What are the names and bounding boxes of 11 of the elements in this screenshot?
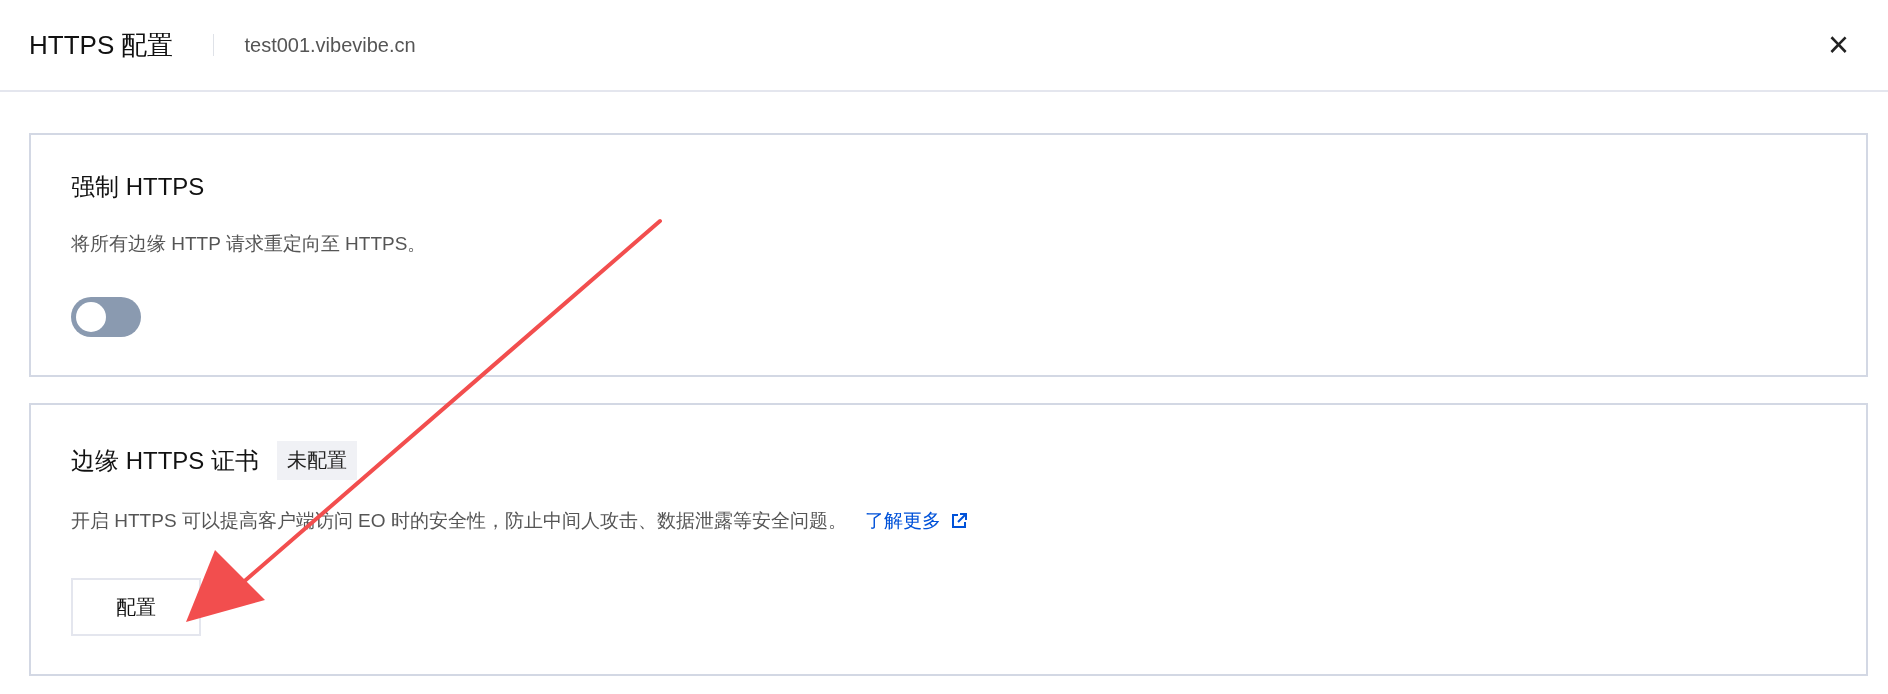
configure-button[interactable]: 配置: [71, 578, 201, 636]
external-link-icon: [950, 513, 967, 529]
section-title: 强制 HTTPS: [71, 172, 205, 202]
dialog-title: HTTPS 配置: [29, 28, 174, 62]
learn-more-link[interactable]: 了解更多: [864, 508, 941, 534]
section-description: 将所有边缘 HTTP 请求重定向至 HTTPS。: [71, 232, 427, 256]
domain-name: test001.vibevibe.cn: [244, 33, 416, 57]
section-title: 边缘 HTTPS 证书: [71, 445, 259, 476]
status-badge: 未配置: [277, 441, 357, 480]
close-button[interactable]: ×: [1817, 27, 1859, 63]
toggle-switch[interactable]: [71, 297, 141, 337]
